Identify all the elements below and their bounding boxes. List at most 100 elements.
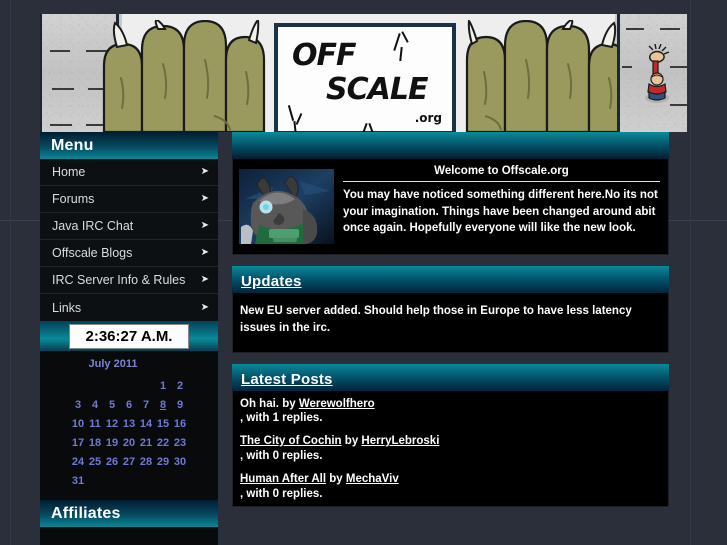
left-paw-illustration xyxy=(94,20,274,132)
post-by-label: by xyxy=(282,397,296,410)
post-replies: , with 1 replies. xyxy=(240,412,323,425)
calendar-day[interactable]: 5 xyxy=(104,395,121,414)
post-replies: , with 0 replies. xyxy=(240,487,323,500)
sidebar-item-label: Home xyxy=(52,165,86,179)
welcome-title: Welcome to Offscale.org xyxy=(434,165,569,177)
calendar-day[interactable]: 6 xyxy=(121,395,138,414)
calendar-day[interactable]: 17 xyxy=(70,433,87,452)
calendar-day[interactable]: 16 xyxy=(172,414,189,433)
chevron-right-icon: ➤ xyxy=(200,193,209,204)
banner-panel-right xyxy=(617,14,687,132)
welcome-divider xyxy=(343,181,660,182)
calendar-day[interactable]: 23 xyxy=(172,433,189,452)
clock-widget: 2:36:27 A.M. xyxy=(40,321,218,351)
menu-header: Menu xyxy=(40,132,218,159)
calendar-day[interactable]: 12 xyxy=(104,414,121,433)
calendar-day-empty xyxy=(121,376,138,395)
background-band xyxy=(690,0,691,545)
site-banner: OFF SCALE .org xyxy=(40,14,687,132)
calendar-day-empty xyxy=(138,376,155,395)
calendar-day-empty xyxy=(121,471,138,490)
updates-body-text: New EU server added. Should help those i… xyxy=(240,305,632,335)
site-logo: OFF SCALE .org xyxy=(274,23,456,132)
calendar-day[interactable]: 11 xyxy=(87,414,104,433)
calendar-day[interactable]: 30 xyxy=(172,452,189,471)
chevron-right-icon: ➤ xyxy=(200,166,209,177)
calendar-day[interactable]: 28 xyxy=(138,452,155,471)
calendar-day[interactable]: 31 xyxy=(70,471,87,490)
calendar-day[interactable]: 14 xyxy=(138,414,155,433)
affiliates-body xyxy=(40,527,218,545)
updates-title: Updates xyxy=(241,273,302,290)
calendar-day-today[interactable]: 8 xyxy=(155,395,172,414)
calendar-day-empty xyxy=(138,471,155,490)
calendar-day[interactable]: 29 xyxy=(155,452,172,471)
falling-man-illustration xyxy=(639,43,675,104)
calendar-day[interactable]: 1 xyxy=(155,376,172,395)
post-title: Oh hai. xyxy=(240,397,279,410)
sidebar-item-java-irc-chat[interactable]: Java IRC Chat ➤ xyxy=(40,213,218,240)
background-band xyxy=(10,0,11,545)
calendar-day[interactable]: 7 xyxy=(138,395,155,414)
right-paw-illustration xyxy=(457,20,637,132)
latest-posts-panel: Oh hai. by Werewolfhero , with 1 replies… xyxy=(232,390,669,507)
calendar-day-empty xyxy=(172,471,189,490)
post-replies: , with 0 replies. xyxy=(240,449,323,462)
welcome-panel: Welcome to Offscale.org You may have not… xyxy=(232,159,669,255)
post-by-label: by xyxy=(329,472,343,485)
calendar-day[interactable]: 18 xyxy=(87,433,104,452)
welcome-header-bar xyxy=(232,132,669,159)
calendar-day[interactable]: 21 xyxy=(138,433,155,452)
calendar-day[interactable]: 9 xyxy=(172,395,189,414)
updates-panel: New EU server added. Should help those i… xyxy=(232,293,669,353)
post-title-link[interactable]: The City of Cochin xyxy=(240,435,342,447)
calendar-day[interactable]: 26 xyxy=(104,452,121,471)
latest-posts-header: Latest Posts xyxy=(232,363,669,391)
chevron-right-icon: ➤ xyxy=(200,301,209,313)
calendar-day[interactable]: 13 xyxy=(121,414,138,433)
calendar-month-title: July 2011 xyxy=(88,358,138,370)
calendar-day[interactable]: 19 xyxy=(104,433,121,452)
updates-header: Updates xyxy=(232,266,669,293)
sidebar-item-links[interactable]: Links ➤ xyxy=(40,294,218,321)
calendar-day-empty xyxy=(87,471,104,490)
calendar-day-empty xyxy=(87,376,104,395)
calendar-day[interactable]: 25 xyxy=(87,452,104,471)
sidebar-item-irc-server-info-rules[interactable]: IRC Server Info & Rules ➤ xyxy=(40,267,218,294)
latest-posts-title: Latest Posts xyxy=(241,370,333,388)
logo-line-off: OFF xyxy=(292,38,357,73)
list-item: The City of Cochin by HerryLebroski , wi… xyxy=(240,433,658,462)
calendar-day[interactable]: 22 xyxy=(155,433,172,452)
calendar-day[interactable]: 27 xyxy=(121,452,138,471)
sidebar-item-label: IRC Server Info & Rules xyxy=(52,273,186,287)
affiliates-header: Affiliates xyxy=(40,500,218,527)
chevron-right-icon: ➤ xyxy=(200,220,209,231)
calendar-day[interactable]: 20 xyxy=(121,433,138,452)
calendar-day[interactable]: 24 xyxy=(70,452,87,471)
calendar-day-empty xyxy=(104,471,121,490)
sidebar-item-home[interactable]: Home ➤ xyxy=(40,159,218,186)
calendar-day[interactable]: 10 xyxy=(70,414,87,433)
sidebar-item-offscale-blogs[interactable]: Offscale Blogs ➤ xyxy=(40,240,218,267)
post-author-link[interactable]: MechaViv xyxy=(346,473,399,485)
calendar-widget: July 2011 1 2 3 4 5 6 7 8 9 10 11 12 13 … xyxy=(40,351,218,500)
post-author-link[interactable]: HerryLebroski xyxy=(361,435,439,447)
calendar-day-empty xyxy=(70,376,87,395)
calendar-day[interactable]: 3 xyxy=(70,395,87,414)
menu-list: Home ➤ Forums ➤ Java IRC Chat ➤ Offscale… xyxy=(40,159,218,321)
calendar-day[interactable]: 4 xyxy=(87,395,104,414)
post-title-link[interactable]: Human After All xyxy=(240,473,326,485)
calendar-grid: 1 2 3 4 5 6 7 8 9 10 11 12 13 14 15 16 1… xyxy=(70,376,189,490)
calendar-day-empty xyxy=(155,471,172,490)
calendar-day[interactable]: 15 xyxy=(155,414,172,433)
calendar-day-empty xyxy=(104,376,121,395)
post-author-link[interactable]: Werewolfhero xyxy=(299,398,375,410)
calendar-day[interactable]: 2 xyxy=(172,376,189,395)
list-item: Human After All by MechaViv , with 0 rep… xyxy=(240,471,658,500)
main-content: Welcome to Offscale.org You may have not… xyxy=(232,132,669,507)
clock-time: 2:36:27 A.M. xyxy=(68,323,190,349)
sidebar: Menu Home ➤ Forums ➤ Java IRC Chat ➤ Off… xyxy=(40,132,218,545)
sidebar-item-forums[interactable]: Forums ➤ xyxy=(40,186,218,213)
